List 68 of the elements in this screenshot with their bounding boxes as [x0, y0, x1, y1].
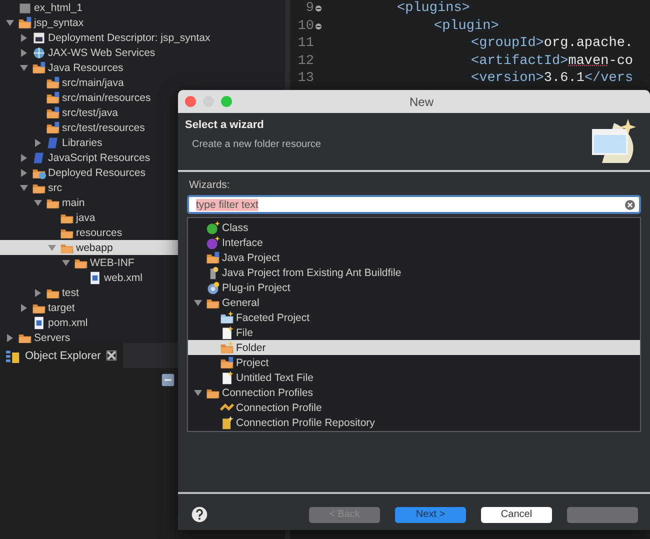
tree-item[interactable]: Class: [188, 220, 640, 235]
package-folder-icon: [32, 60, 46, 74]
folder-star-icon: [220, 310, 234, 324]
filter-field[interactable]: type filter text: [187, 195, 641, 214]
view-tab[interactable]: Object Explorer: [0, 343, 123, 368]
new-file-icon: [220, 370, 234, 384]
tree-item[interactable]: File: [188, 325, 640, 340]
tree-item[interactable]: Deployment Descriptor: jsp_syntax: [0, 30, 285, 45]
code-line: <plugins>: [396, 1, 470, 16]
code-line: <plugin>: [433, 18, 499, 34]
line-number: 11: [296, 36, 314, 52]
tree-item[interactable]: ex_html_1: [0, 0, 285, 15]
fold-icon[interactable]: [315, 22, 322, 30]
close-icon[interactable]: [106, 350, 117, 361]
expanded-arrow-icon[interactable]: [194, 388, 202, 396]
project-folder-icon: [206, 250, 220, 264]
wizards-label: Wizards:: [189, 179, 231, 191]
wizard-description: Create a new folder resource: [192, 139, 321, 150]
tree-item[interactable]: Java Project from Existing Ant Buildfile: [188, 265, 640, 280]
expanded-arrow-icon[interactable]: [194, 298, 202, 306]
new-folder-icon: [220, 340, 234, 354]
tree-item[interactable]: Folder: [188, 340, 640, 355]
package-folder-icon: [46, 106, 60, 120]
tree-item[interactable]: src/test/java: [0, 105, 285, 120]
xml-file-icon: [88, 270, 102, 284]
tree-item[interactable]: JavaScript Resources: [0, 150, 285, 165]
dialog-button[interactable]: Cancel: [481, 506, 552, 522]
window-title: New: [408, 94, 434, 108]
code-line: <groupId>org.apache.: [470, 36, 634, 52]
code-line: <artifactId>maven-co: [470, 54, 634, 69]
tree-item[interactable]: Java Resources: [0, 60, 285, 75]
tree-item[interactable]: Faceted Project: [188, 310, 640, 325]
tree-item[interactable]: General: [188, 295, 640, 310]
collapse-all-icon[interactable]: [161, 373, 175, 387]
expanded-arrow-icon[interactable]: [6, 18, 14, 26]
tree-item[interactable]: Connection Profile: [188, 400, 640, 415]
tree-item[interactable]: Untitled Text File: [188, 370, 640, 385]
tree-item[interactable]: Connection Profile Repository: [188, 415, 640, 430]
book-icon: [32, 150, 46, 164]
document-icon: [32, 316, 46, 330]
project-folder-icon: [18, 16, 32, 30]
fold-icon[interactable]: [315, 5, 322, 12]
tree-item[interactable]: Connection Profiles: [188, 385, 640, 400]
line-number: 9: [304, 1, 314, 16]
line-number: 13: [296, 71, 314, 86]
tree-item[interactable]: jsp_syntax: [0, 15, 285, 30]
expanded-arrow-icon[interactable]: [20, 64, 28, 72]
new-file-icon: [220, 326, 234, 340]
clear-icon[interactable]: [625, 200, 635, 210]
book-icon: [46, 136, 60, 150]
help-icon[interactable]: [191, 506, 208, 523]
dialog-button[interactable]: Next >: [395, 506, 466, 522]
line-number: 10: [296, 18, 314, 34]
wizard-heading: Select a wizard: [185, 119, 265, 131]
package-folder-icon: [46, 76, 60, 90]
package-folder-icon: [46, 90, 60, 104]
tree-item[interactable]: Plug-in Project: [188, 280, 640, 295]
tree-item[interactable]: Project: [188, 355, 640, 370]
tree-item[interactable]: src/main/resources: [0, 90, 285, 105]
code-line: <version>3.6.1</vers: [470, 71, 634, 86]
tree-item[interactable]: Deployed Resources: [0, 165, 285, 180]
project-folder-icon: [220, 356, 234, 370]
globe-icon: [32, 46, 46, 60]
tree-item[interactable]: src/main/java: [0, 75, 285, 90]
tree-item[interactable]: JAX-WS Web Services: [0, 45, 285, 60]
line-number: 12: [296, 54, 314, 69]
collapsed-arrow-icon[interactable]: [6, 334, 14, 342]
package-folder-icon: [46, 120, 60, 134]
